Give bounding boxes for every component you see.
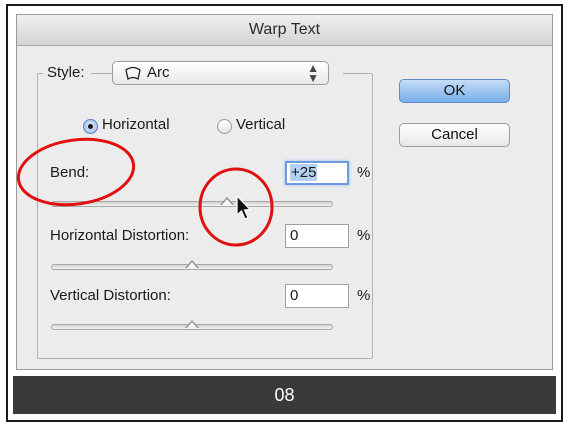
bend-slider-thumb[interactable]: [221, 199, 234, 206]
horizontal-radio[interactable]: [83, 119, 98, 134]
caption-bar: 08: [13, 376, 556, 414]
horizontal-distortion-unit: %: [357, 227, 371, 244]
vertical-distortion-label: Vertical Distortion:: [50, 287, 171, 304]
style-group-box: [37, 73, 373, 359]
vertical-radio-label: Vertical: [236, 116, 286, 133]
bend-slider-track[interactable]: [51, 201, 333, 207]
style-dropdown-value: Arc: [147, 64, 170, 81]
vertical-radio[interactable]: [217, 119, 232, 134]
horizontal-distortion-label: Horizontal Distortion:: [50, 227, 190, 244]
cancel-button[interactable]: Cancel: [399, 123, 510, 147]
vertical-distortion-unit: %: [357, 287, 371, 304]
horizontal-distortion-slider-thumb[interactable]: [186, 262, 198, 269]
dialog-title: Warp Text: [17, 15, 552, 46]
vertical-distortion-slider-thumb[interactable]: [186, 322, 198, 329]
arc-warp-icon: [125, 66, 141, 81]
step-number: 08: [274, 385, 295, 405]
style-label: Style:: [43, 64, 91, 81]
bend-unit: %: [357, 164, 371, 181]
bend-label: Bend:: [50, 164, 90, 181]
horizontal-radio-label: Horizontal: [102, 116, 170, 133]
style-dropdown[interactable]: Arc ▲ ▼: [112, 61, 329, 85]
bend-input-value: +25: [290, 164, 318, 181]
warp-text-dialog: Warp Text Style: Arc ▲ ▼ Horizontal Verti…: [16, 14, 553, 370]
horizontal-distortion-input[interactable]: 0: [285, 224, 349, 248]
ok-button[interactable]: OK: [399, 79, 510, 103]
updown-arrows-icon: ▲ ▼: [307, 61, 319, 85]
vertical-distortion-input[interactable]: 0: [285, 284, 349, 308]
bend-input[interactable]: +25: [285, 161, 349, 185]
